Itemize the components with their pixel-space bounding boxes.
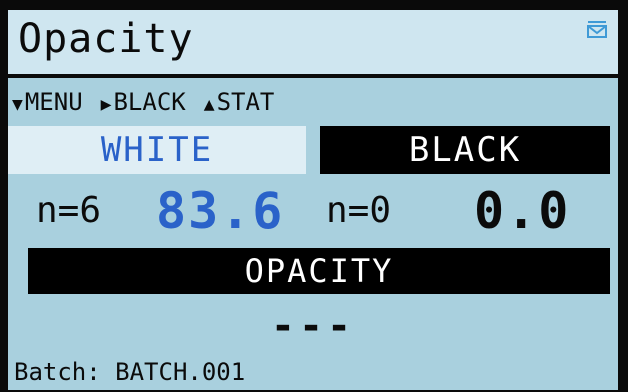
email-icon <box>587 21 607 38</box>
white-value: 83.6 <box>156 182 285 240</box>
batch-label: Batch: BATCH.001 <box>14 358 246 386</box>
black-count: n=0 <box>326 190 392 231</box>
black-softkey[interactable]: ▶BLACK <box>101 88 186 116</box>
white-column-header: WHITE <box>8 126 306 174</box>
softkey-nav: ▼MENU ▶BLACK ▲STAT <box>12 84 274 120</box>
menu-label: MENU <box>24 88 83 116</box>
title-bar: Opacity <box>8 10 618 74</box>
right-arrow-icon: ▶ <box>100 94 112 115</box>
black-column-header: BLACK <box>320 126 610 174</box>
up-arrow-icon: ▲ <box>203 94 215 115</box>
opacity-label: OPACITY <box>28 248 610 294</box>
black-value: 0.0 <box>474 182 571 240</box>
stat-softkey[interactable]: ▲STAT <box>204 88 275 116</box>
device-screen: Opacity ▼MENU ▶BLACK ▲STAT WHITE BLACK n… <box>8 10 618 390</box>
page-title: Opacity <box>18 16 194 62</box>
opacity-value: --- <box>270 303 356 349</box>
white-count: n=6 <box>36 190 102 231</box>
stat-label: STAT <box>216 88 275 116</box>
menu-softkey[interactable]: ▼MENU <box>12 88 83 116</box>
down-arrow-icon: ▼ <box>12 94 23 115</box>
black-label: BLACK <box>113 88 186 116</box>
title-divider <box>8 74 618 78</box>
